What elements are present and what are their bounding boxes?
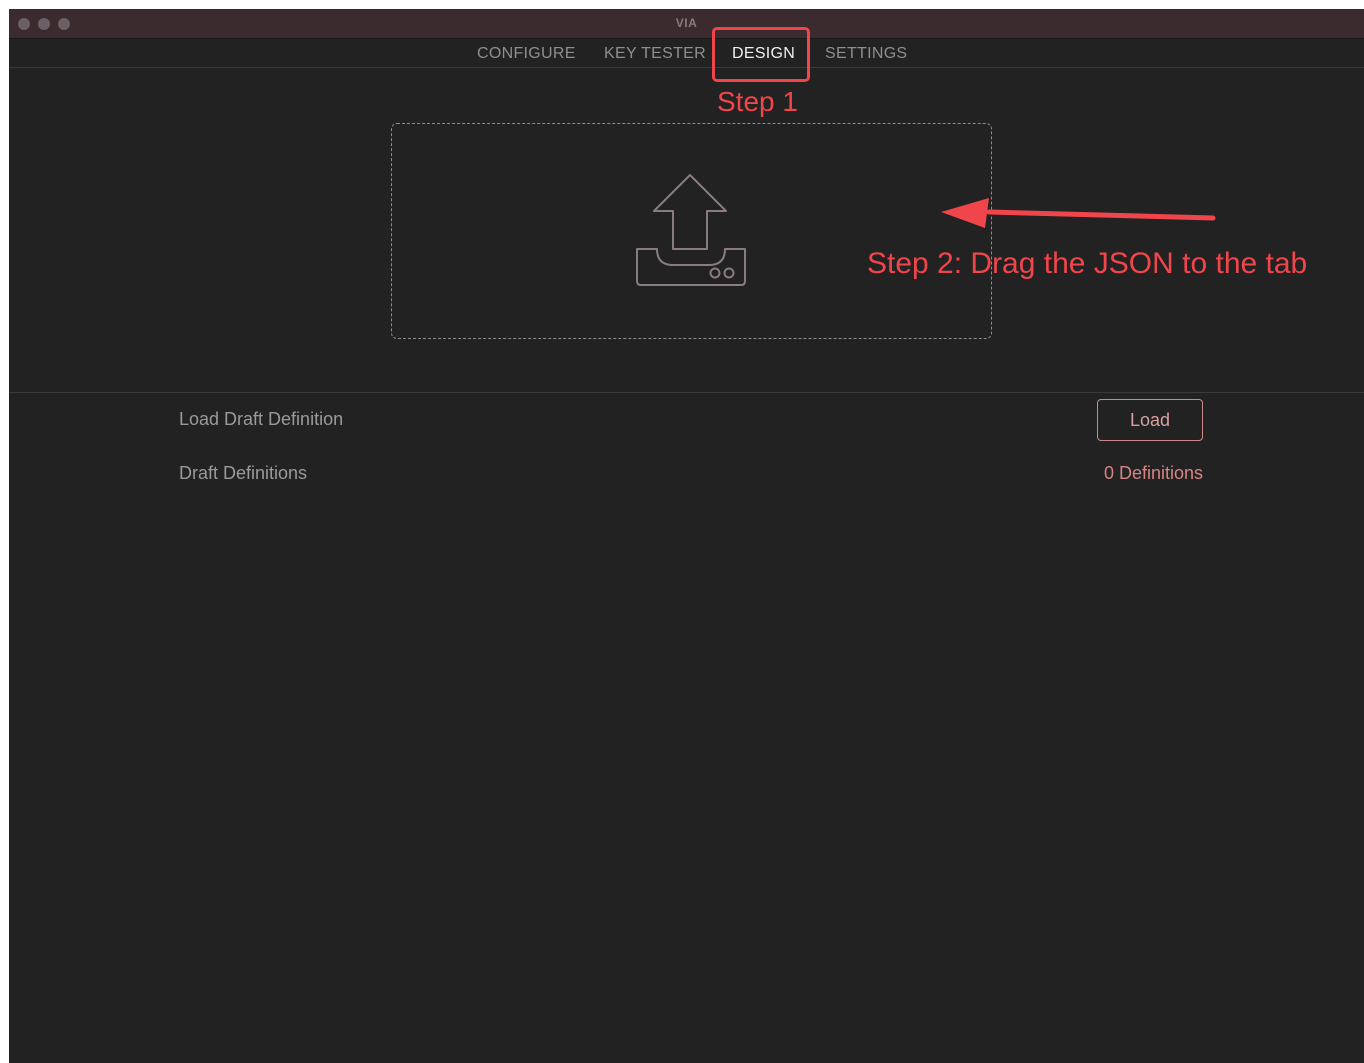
section-divider [9,392,1364,393]
tab-configure[interactable]: CONFIGURE [477,45,576,63]
title-bar: VIA [9,9,1364,39]
draft-definitions-count: 0 Definitions [1103,463,1203,483]
upload-icon [636,174,746,286]
app-window: VIA CONFIGURE KEY TESTER DESIGN SETTINGS… [9,9,1364,1063]
load-button[interactable]: Load [1097,399,1203,441]
load-draft-definition-label: Load Draft Definition [179,409,344,429]
tab-settings[interactable]: SETTINGS [825,45,907,63]
annotation-step1-label: Step 1 [717,86,798,117]
annotation-step2-label: Step 2: Drag the JSON to the tab [867,247,1308,280]
tab-bar: CONFIGURE KEY TESTER DESIGN SETTINGS [9,40,1364,68]
tab-key-tester[interactable]: KEY TESTER [604,45,706,63]
annotation-highlight-box [712,27,810,82]
annotation-arrow-icon [941,198,1216,228]
window-title: VIA [675,16,698,30]
draft-definitions-label: Draft Definitions [179,463,308,483]
